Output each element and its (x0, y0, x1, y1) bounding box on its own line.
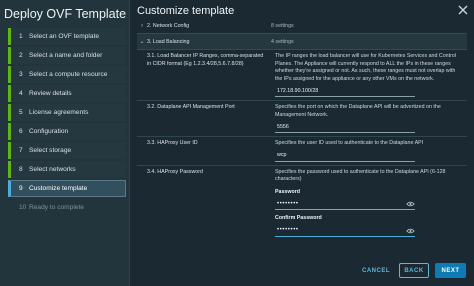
step-number: 9 (19, 185, 23, 192)
setting-description: Specifies the password used to authentic… (275, 168, 446, 183)
password-value: •••••••• (277, 200, 299, 207)
user-id-input[interactable]: wcp (275, 152, 415, 162)
setting-body: The IP ranges the load balancer will use… (271, 50, 467, 100)
confirm-password-input[interactable]: •••••••• (275, 227, 415, 237)
step-number: 6 (19, 128, 23, 135)
section-title: 3. Load Balancing (147, 38, 190, 45)
confirm-password-label: Confirm Password (275, 215, 322, 221)
step-number: 8 (19, 166, 23, 173)
section-meta: 8 settings (271, 22, 294, 29)
password-input[interactable]: •••••••• (275, 200, 415, 210)
wizard-step-7[interactable]: 7 Select storage (8, 142, 126, 159)
eye-icon[interactable] (406, 228, 415, 234)
wizard-step-4[interactable]: 4 Review details (8, 85, 126, 102)
wizard-step-6[interactable]: 6 Configuration (8, 123, 126, 140)
section-load-balancing[interactable]: ⌄ 3. Load Balancing 4 settings (137, 34, 467, 50)
step-number: 1 (19, 33, 23, 40)
cancel-button[interactable]: CANCEL (359, 263, 393, 278)
wizard-step-2[interactable]: 2 Select a name and folder (8, 47, 126, 64)
ip-ranges-input[interactable]: 172.18.90.100/28 (275, 87, 415, 97)
step-number: 4 (19, 90, 23, 97)
wizard-step-3[interactable]: 3 Select a compute resource (8, 66, 126, 83)
step-label: Ready to complete (29, 204, 84, 211)
setting-label: 3.4. HAProxy Password (147, 168, 203, 175)
wizard-step-10: 10 Ready to complete (8, 199, 126, 216)
setting-body: Specifies the port on which the Dataplan… (271, 101, 467, 136)
close-icon[interactable] (458, 5, 468, 15)
setting-label: 3.2. Dataplane API Management Port (147, 104, 235, 110)
wizard-sidebar: Deploy OVF Template 1 Select an OVF templ… (0, 0, 130, 286)
wizard-step-1[interactable]: 1 Select an OVF template (8, 28, 126, 45)
step-label: Review details (29, 90, 72, 97)
step-label: Select networks (29, 166, 76, 173)
wizard-step-8[interactable]: 8 Select networks (8, 161, 126, 178)
setting-row-password: 3.4. HAProxy Password Specifies the pass… (137, 166, 467, 240)
chevron-right-icon: › (141, 22, 143, 29)
setting-row-user-id: 3.3. HAProxy User ID Specifies the user … (137, 137, 467, 166)
next-button[interactable]: NEXT (435, 263, 466, 278)
setting-label: 3.1. Load Balancer IP Ranges, comma-sepa… (147, 53, 264, 67)
wizard-title: Deploy OVF Template (4, 7, 127, 21)
step-label: Select a compute resource (29, 71, 108, 78)
step-label: Configuration (29, 128, 69, 135)
page-title: Customize template (137, 5, 235, 17)
step-number: 3 (19, 71, 23, 78)
wizard-step-9[interactable]: 9 Customize template (8, 180, 126, 197)
setting-label: 3.3. HAProxy User ID (147, 140, 198, 146)
confirm-password-value: •••••••• (277, 227, 299, 234)
eye-icon[interactable] (406, 201, 415, 207)
step-label: Customize template (29, 185, 88, 192)
password-label: Password (275, 188, 301, 195)
section-meta: 4 settings (271, 38, 294, 45)
setting-description: Specifies the port on which the Dataplan… (275, 104, 441, 118)
wizard-steps: 1 Select an OVF template 2 Select a name a… (8, 28, 126, 218)
step-label: Select a name and folder (29, 52, 103, 59)
content-panel: Customize template › 2. Network Config 8… (131, 0, 474, 286)
step-label: Select an OVF template (29, 33, 100, 40)
setting-row-api-port: 3.2. Dataplane API Management Port Speci… (137, 101, 467, 137)
step-label: License agreements (29, 109, 89, 116)
setting-description: The IP ranges the load balancer will use… (275, 53, 456, 82)
setting-row-ip-ranges: 3.1. Load Balancer IP Ranges, comma-sepa… (137, 50, 467, 101)
step-number: 5 (19, 109, 23, 116)
api-port-input[interactable]: 5556 (275, 123, 415, 133)
settings-grid: › 2. Network Config 8 settings ⌄ 3. Load… (137, 18, 467, 240)
section-title: 2. Network Config (147, 22, 190, 29)
setting-body: Specifies the password used to authentic… (271, 166, 467, 240)
wizard-footer: CANCEL BACK NEXT (359, 263, 466, 278)
wizard-step-5[interactable]: 5 License agreements (8, 104, 126, 121)
chevron-down-icon: ⌄ (139, 39, 145, 45)
step-number: 7 (19, 147, 23, 154)
section-network-config[interactable]: › 2. Network Config 8 settings (137, 18, 467, 34)
back-button[interactable]: BACK (399, 263, 429, 278)
step-number: 2 (19, 52, 23, 59)
setting-body: Specifies the user ID used to authentica… (271, 137, 467, 165)
step-number: 10 (19, 204, 27, 211)
step-label: Select storage (29, 147, 72, 154)
setting-description: Specifies the user ID used to authentica… (275, 140, 424, 146)
